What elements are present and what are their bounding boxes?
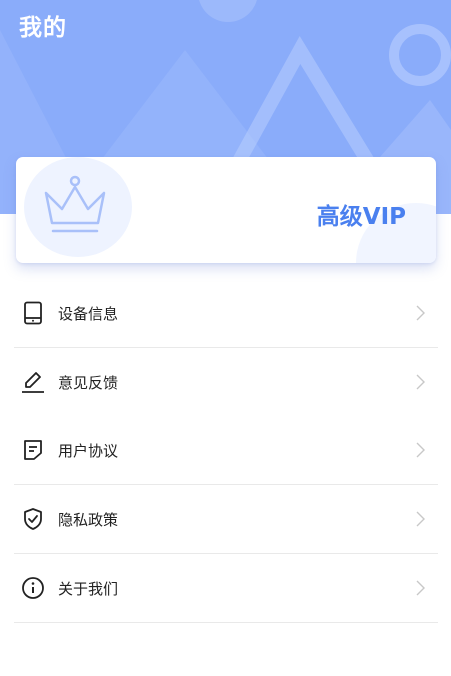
menu-item-device-info[interactable]: 设备信息 xyxy=(14,279,438,348)
chevron-right-icon xyxy=(416,511,425,527)
menu-item-user-agreement[interactable]: 用户协议 xyxy=(14,416,438,485)
shield-check-icon xyxy=(24,508,42,530)
page-title: 我的 xyxy=(19,15,67,41)
phone-icon xyxy=(24,301,42,325)
menu-item-label: 隐私政策 xyxy=(58,511,119,529)
menu-item-about-us[interactable]: 关于我们 xyxy=(14,554,438,623)
menu-item-privacy-policy[interactable]: 隐私政策 xyxy=(14,485,438,554)
menu-item-feedback[interactable]: 意见反馈 xyxy=(14,348,438,416)
edit-icon xyxy=(22,372,44,393)
menu-item-label: 关于我们 xyxy=(58,580,119,598)
vip-card[interactable]: 高级VIP xyxy=(16,157,436,263)
chevron-right-icon xyxy=(416,305,425,321)
menu-list: 设备信息 意见反馈 用户协议 隐私政策 关于我们 xyxy=(14,279,438,623)
menu-item-label: 设备信息 xyxy=(58,305,119,323)
menu-item-label: 用户协议 xyxy=(58,442,119,460)
chevron-right-icon xyxy=(416,580,425,596)
chevron-right-icon xyxy=(416,374,425,390)
chevron-right-icon xyxy=(416,442,425,458)
crown-icon xyxy=(44,175,106,233)
vip-label: 高级VIP xyxy=(316,204,406,230)
menu-item-label: 意见反馈 xyxy=(58,374,119,392)
info-icon xyxy=(22,577,44,599)
document-icon xyxy=(24,440,42,460)
